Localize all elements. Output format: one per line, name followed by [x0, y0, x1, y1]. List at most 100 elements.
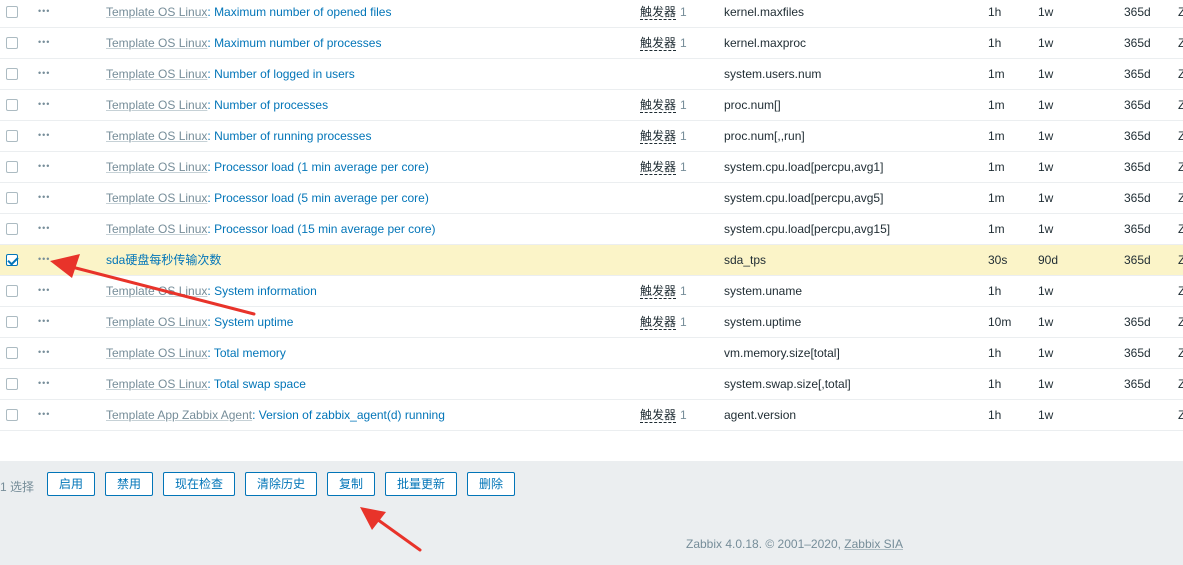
triggers-count: 1: [680, 315, 687, 329]
more-actions-icon[interactable]: •••: [38, 280, 50, 300]
more-actions-icon[interactable]: •••: [38, 373, 50, 393]
triggers-link[interactable]: 触发器 1: [640, 126, 687, 146]
copy-button[interactable]: 复制: [327, 472, 375, 496]
item-interval: 1m: [988, 98, 1005, 112]
triggers-label[interactable]: 触发器: [640, 160, 677, 175]
item-type: Z: [1178, 98, 1183, 112]
more-actions-icon[interactable]: •••: [38, 94, 50, 114]
more-actions-icon[interactable]: •••: [38, 218, 50, 238]
item-link[interactable]: Processor load (1 min average per core): [214, 160, 429, 174]
more-actions-icon[interactable]: •••: [38, 187, 50, 207]
row-checkbox[interactable]: [6, 316, 18, 328]
item-link[interactable]: sda硬盘每秒传输次数: [106, 253, 221, 267]
item-trends: 365d: [1124, 129, 1151, 143]
copyright: Zabbix 4.0.18. © 2001–2020, Zabbix SIA: [686, 537, 903, 551]
row-checkbox[interactable]: [6, 6, 18, 18]
item-history: 1w: [1038, 315, 1054, 329]
more-actions-icon[interactable]: •••: [38, 1, 50, 21]
more-actions-icon[interactable]: •••: [38, 249, 50, 269]
template-link[interactable]: Template OS Linux: [106, 129, 207, 143]
template-link[interactable]: Template App Zabbix Agent: [106, 408, 252, 422]
triggers-link[interactable]: 触发器 1: [640, 2, 687, 22]
row-checkbox[interactable]: [6, 68, 18, 80]
row-checkbox[interactable]: [6, 409, 18, 421]
item-interval: 1m: [988, 160, 1005, 174]
more-actions-icon[interactable]: •••: [38, 156, 50, 176]
triggers-link[interactable]: 触发器 1: [640, 33, 687, 53]
zabbix-sia-link[interactable]: Zabbix SIA: [844, 537, 903, 551]
item-link[interactable]: Version of zabbix_agent(d) running: [259, 408, 445, 422]
clear-history-button[interactable]: 清除历史: [245, 472, 317, 496]
row-checkbox[interactable]: [6, 130, 18, 142]
triggers-label[interactable]: 触发器: [640, 315, 677, 330]
row-checkbox[interactable]: [6, 378, 18, 390]
item-trends: 365d: [1124, 191, 1151, 205]
item-link[interactable]: Number of logged in users: [214, 67, 355, 81]
row-checkbox[interactable]: [6, 285, 18, 297]
more-actions-icon[interactable]: •••: [38, 404, 50, 424]
selected-count: 1 选择: [0, 480, 35, 494]
template-link[interactable]: Template OS Linux: [106, 315, 207, 329]
row-checkbox[interactable]: [6, 161, 18, 173]
triggers-link[interactable]: 触发器 1: [640, 405, 687, 425]
triggers-label[interactable]: 触发器: [640, 284, 677, 299]
template-link[interactable]: Template OS Linux: [106, 284, 207, 298]
table-row: ••• Template OS Linux: Maximum number of …: [0, 0, 1183, 28]
template-link[interactable]: Template OS Linux: [106, 377, 207, 391]
item-name: Template OS Linux: Processor load (5 min…: [106, 188, 429, 208]
item-key: system.cpu.load[percpu,avg5]: [724, 191, 884, 205]
row-checkbox[interactable]: [6, 347, 18, 359]
row-checkbox[interactable]: [6, 223, 18, 235]
row-checkbox[interactable]: [6, 37, 18, 49]
template-link[interactable]: Template OS Linux: [106, 5, 207, 19]
template-link[interactable]: Template OS Linux: [106, 346, 207, 360]
row-checkbox[interactable]: [6, 99, 18, 111]
template-link[interactable]: Template OS Linux: [106, 98, 207, 112]
triggers-link[interactable]: 触发器 1: [640, 95, 687, 115]
row-checkbox[interactable]: [6, 192, 18, 204]
item-link[interactable]: Processor load (15 min average per core): [214, 222, 435, 236]
check-now-button[interactable]: 现在检查: [163, 472, 235, 496]
template-link[interactable]: Template OS Linux: [106, 191, 207, 205]
item-interval: 1h: [988, 346, 1002, 360]
item-name: Template OS Linux: Maximum number of ope…: [106, 2, 391, 22]
more-actions-icon[interactable]: •••: [38, 125, 50, 145]
template-link[interactable]: Template OS Linux: [106, 67, 207, 81]
item-link[interactable]: Processor load (5 min average per core): [214, 191, 429, 205]
item-link[interactable]: Number of processes: [214, 98, 328, 112]
item-history: 1w: [1038, 160, 1054, 174]
more-actions-icon[interactable]: •••: [38, 311, 50, 331]
action-bar: 1 选择 启用 禁用 现在检查 清除历史 复制 批量更新 删除 Zabbix 4…: [0, 461, 1183, 565]
mass-update-button[interactable]: 批量更新: [385, 472, 457, 496]
item-trends: 365d: [1124, 36, 1151, 50]
triggers-count: 1: [680, 98, 687, 112]
item-link[interactable]: Number of running processes: [214, 129, 371, 143]
triggers-link[interactable]: 触发器 1: [640, 281, 687, 301]
item-link[interactable]: Maximum number of opened files: [214, 5, 391, 19]
delete-button[interactable]: 删除: [467, 472, 515, 496]
triggers-label[interactable]: 触发器: [640, 129, 677, 144]
disable-button[interactable]: 禁用: [105, 472, 153, 496]
item-link[interactable]: System information: [214, 284, 317, 298]
table-row: ••• Template OS Linux: Processor load (1 …: [0, 152, 1183, 183]
enable-button[interactable]: 启用: [47, 472, 95, 496]
item-link[interactable]: Total swap space: [214, 377, 306, 391]
more-actions-icon[interactable]: •••: [38, 342, 50, 362]
item-link[interactable]: System uptime: [214, 315, 293, 329]
triggers-label[interactable]: 触发器: [640, 5, 677, 20]
triggers-label[interactable]: 触发器: [640, 408, 677, 423]
triggers-link[interactable]: 触发器 1: [640, 157, 687, 177]
item-link[interactable]: Total memory: [214, 346, 286, 360]
template-link[interactable]: Template OS Linux: [106, 222, 207, 236]
more-actions-icon[interactable]: •••: [38, 63, 50, 83]
row-checkbox[interactable]: [6, 254, 18, 266]
more-actions-icon[interactable]: •••: [38, 32, 50, 52]
item-key: system.uptime: [724, 315, 802, 329]
template-link[interactable]: Template OS Linux: [106, 36, 207, 50]
triggers-label[interactable]: 触发器: [640, 36, 677, 51]
template-link[interactable]: Template OS Linux: [106, 160, 207, 174]
triggers-label[interactable]: 触发器: [640, 98, 677, 113]
triggers-count: 1: [680, 36, 687, 50]
triggers-link[interactable]: 触发器 1: [640, 312, 687, 332]
item-link[interactable]: Maximum number of processes: [214, 36, 381, 50]
